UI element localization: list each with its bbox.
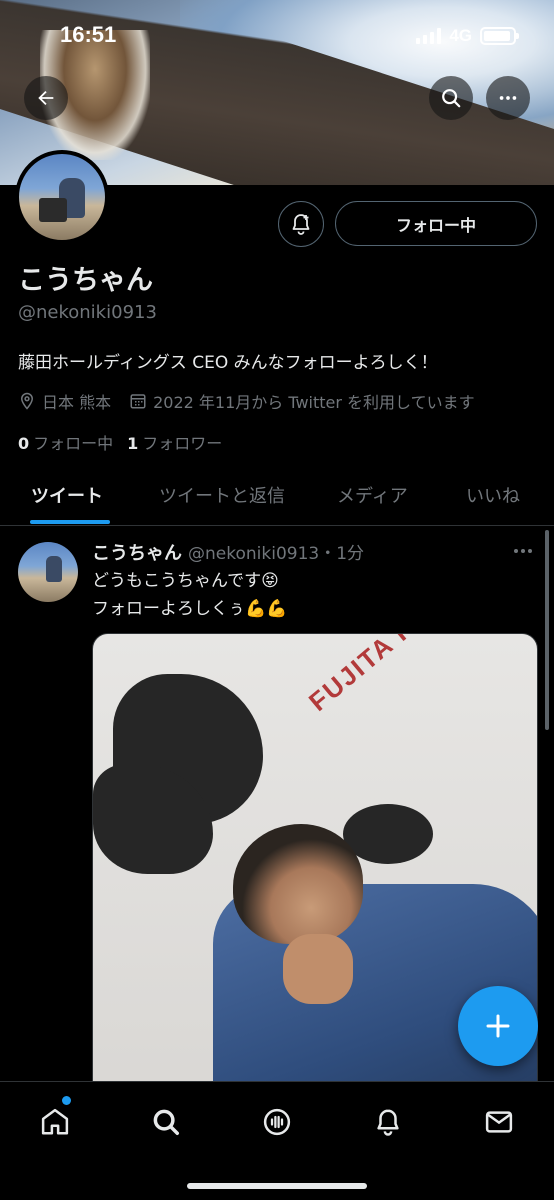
notifications-icon (377, 1109, 399, 1136)
plus-icon (486, 1014, 510, 1038)
nav-home[interactable] (35, 1102, 75, 1142)
nav-search[interactable] (146, 1102, 186, 1142)
nav-spaces[interactable] (257, 1102, 297, 1142)
tweet-handle-time: @nekoniki0913・1分 (188, 544, 365, 564)
search-button[interactable] (429, 76, 473, 120)
tweet-author-name[interactable]: こうちゃん (92, 539, 182, 565)
notification-plus-icon (292, 214, 310, 235)
location: 日本 熊本 (18, 389, 111, 413)
home-notification-dot (62, 1096, 71, 1105)
display-name: こうちゃん (18, 265, 153, 296)
status-indicators: 4G (416, 26, 519, 46)
scrollbar[interactable] (545, 530, 549, 730)
messages-icon (485, 1111, 513, 1133)
followers-link[interactable]: 1 フォロワー (127, 430, 222, 454)
join-date: 2022 年11月から Twitter を利用しています (129, 389, 475, 413)
tweet-text: どうもこうちゃんです😝 フォローよろしくぅ💪💪 (92, 567, 512, 623)
following-link[interactable]: 0 フォロー中 (18, 430, 113, 454)
bio: 藤田ホールディングス CEO みんなフォローよろしく！ (18, 353, 438, 373)
tweet-avatar[interactable] (18, 542, 78, 602)
bottom-navigation (0, 1081, 554, 1200)
search-icon (442, 89, 461, 108)
tweet-line-1: どうもこうちゃんです😝 (92, 571, 279, 591)
wall-logo-text: FUJITA H (303, 633, 422, 717)
notify-button[interactable] (278, 201, 324, 247)
spaces-icon (263, 1108, 291, 1136)
photo-hand (283, 934, 353, 1004)
profile-avatar[interactable] (15, 150, 109, 244)
battery-icon (480, 27, 519, 45)
status-time: 16:51 (60, 22, 117, 47)
profile-tabs: ツイート ツイートと返信 メディア いいね (0, 466, 554, 526)
nav-notifications[interactable] (368, 1102, 408, 1142)
photo-head (233, 824, 363, 944)
join-date-text: 2022 年11月から Twitter を利用しています (153, 393, 475, 412)
tab-tweets-and-replies[interactable]: ツイートと返信 (159, 482, 285, 508)
tweet-more-icon[interactable] (514, 549, 532, 553)
more-button[interactable] (486, 76, 530, 120)
nav-messages[interactable] (479, 1102, 519, 1142)
calendar-icon (130, 394, 146, 409)
tweet-header: こうちゃん @nekoniki0913・1分 (92, 539, 364, 565)
status-bar: 16:51 4G (0, 0, 554, 74)
search-icon (153, 1109, 179, 1135)
tweet-line-2: フォローよろしくぅ💪💪 (92, 599, 288, 619)
location-text: 日本 熊本 (42, 393, 112, 412)
tab-likes[interactable]: いいね (466, 482, 520, 508)
network-type: 4G (449, 26, 472, 45)
follow-counts: 0 フォロー中 1 フォロワー (18, 430, 222, 454)
home-icon (41, 1108, 69, 1135)
tab-tweets[interactable]: ツイート (31, 482, 103, 508)
following-button[interactable]: フォロー中 (335, 201, 537, 246)
tab-media[interactable]: メディア (337, 482, 408, 508)
back-arrow-icon (38, 90, 54, 106)
compose-button[interactable] (458, 986, 538, 1066)
back-button[interactable] (24, 76, 68, 120)
signal-icon (416, 28, 442, 44)
home-indicator[interactable] (187, 1183, 367, 1189)
location-pin-icon (20, 392, 34, 410)
user-handle: @nekoniki0913 (18, 302, 157, 323)
active-tab-indicator (30, 520, 110, 524)
more-icon (499, 96, 517, 100)
profile-meta: 日本 熊本 2022 年11月から Twitter を利用しています (18, 389, 475, 413)
